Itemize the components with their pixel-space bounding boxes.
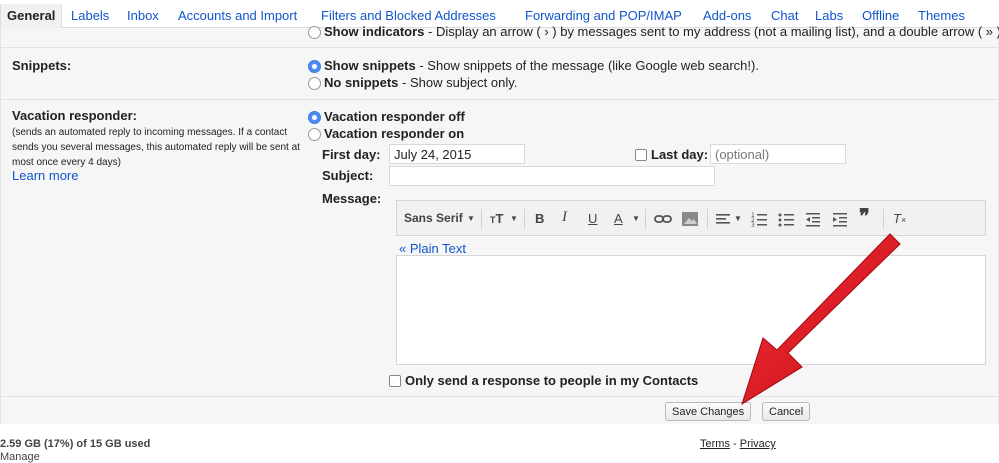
tab-accounts-and-import[interactable]: Accounts and Import [178,8,297,23]
link-icon[interactable] [653,208,673,230]
settings-panel: Show indicators - Display an arrow ( › )… [0,24,999,424]
vacation-title: Vacation responder: [12,108,137,123]
toolbar-divider [645,209,646,229]
font-family-select[interactable]: Sans Serif [404,211,463,225]
bulleted-list-icon[interactable] [776,208,796,230]
text-color-icon[interactable]: A [614,211,623,226]
tab-inbox[interactable]: Inbox [127,8,159,23]
contacts-only-label: Only send a response to people in my Con… [405,373,699,388]
learn-more-link[interactable]: Learn more [12,168,78,183]
show-snippets-label: Show snippets [324,58,416,73]
footer-separator: - [729,438,740,450]
toolbar-divider [524,209,525,229]
show-snippets-radio[interactable] [308,60,321,73]
vacation-on-label: Vacation responder on [324,126,465,141]
privacy-link[interactable]: Privacy [740,438,776,450]
first-day-input[interactable] [389,144,525,164]
numbered-list-icon[interactable]: 1 2 3 [749,208,769,230]
italic-icon[interactable]: I [562,209,567,226]
row-divider [1,99,999,100]
quote-icon[interactable]: ❞ [859,204,870,229]
chevron-down-icon: ▼ [632,214,640,223]
subject-input[interactable] [389,166,715,186]
show-indicators-desc: - Display an arrow ( › ) by messages sen… [424,24,999,39]
no-snippets-label: No snippets [324,75,399,90]
indent-more-icon[interactable] [830,208,850,230]
svg-text:3: 3 [751,222,755,229]
footer-links: Terms - Privacy [700,438,776,450]
toolbar-divider [883,209,884,229]
tab-forwarding-and-pop-imap[interactable]: Forwarding and POP/IMAP [525,8,682,23]
tab-filters-and-blocked-addresses[interactable]: Filters and Blocked Addresses [321,8,496,23]
row-divider [1,47,999,48]
bold-icon[interactable]: B [535,211,544,226]
align-icon[interactable] [713,208,733,230]
underline-icon[interactable]: U [588,211,597,226]
no-snippets-radio[interactable] [308,77,321,90]
chevron-down-icon: ▼ [510,214,518,223]
row-divider [1,396,999,397]
tab-themes[interactable]: Themes [918,8,965,23]
tab-add-ons[interactable]: Add-ons [703,8,751,23]
show-indicators-option: Show indicators - Display an arrow ( › )… [324,24,999,39]
terms-link[interactable]: Terms [700,438,730,450]
message-label: Message: [322,191,382,206]
vacation-on-radio[interactable] [308,128,321,141]
show-snippets-desc: - Show snippets of the message (like Goo… [415,58,759,73]
chevron-down-icon: ▼ [734,214,742,223]
vacation-off-radio[interactable] [308,111,321,124]
tab-chat[interactable]: Chat [771,8,798,23]
snippets-title: Snippets: [12,58,72,73]
show-indicators-label: Show indicators [324,24,425,39]
toolbar-divider [707,209,708,229]
indent-less-icon[interactable] [803,208,823,230]
vacation-off-label: Vacation responder off [324,109,465,124]
storage-usage: 2.59 GB (17%) of 15 GB used [0,438,151,450]
tab-labs[interactable]: Labs [815,8,843,23]
tab-general[interactable]: General [0,4,63,28]
plain-text-link[interactable]: « Plain Text [399,241,466,256]
tab-offline[interactable]: Offline [862,8,899,23]
save-changes-button[interactable]: Save Changes [665,402,752,421]
vacation-description: (sends an automated reply to incoming me… [12,127,300,168]
tab-labels[interactable]: Labels [71,8,109,23]
cancel-button[interactable]: Cancel [762,402,811,421]
no-snippets-option: No snippets - Show subject only. [324,75,517,90]
first-day-label: First day: [322,147,381,162]
chevron-down-icon: ▼ [467,214,475,223]
no-snippets-desc: - Show subject only. [398,75,518,90]
last-day-label: Last day: [651,147,709,162]
subject-label: Subject: [322,168,374,183]
last-day-input[interactable] [710,144,846,164]
message-editor[interactable] [396,255,986,365]
toolbar-divider [481,209,482,229]
last-day-checkbox[interactable] [635,149,647,161]
manage-link[interactable]: Manage [0,451,40,463]
show-snippets-option: Show snippets - Show snippets of the mes… [324,58,759,73]
message-formatting-toolbar: Sans Serif ▼ TT ▼ B I U A ▼ ▼ 1 2 3 ❞ T× [396,200,986,236]
font-size-icon[interactable]: TT [490,211,503,226]
image-icon[interactable] [680,208,700,230]
show-indicators-radio[interactable] [308,26,321,39]
remove-formatting-icon[interactable]: T× [893,211,906,226]
contacts-only-checkbox[interactable] [389,375,401,387]
